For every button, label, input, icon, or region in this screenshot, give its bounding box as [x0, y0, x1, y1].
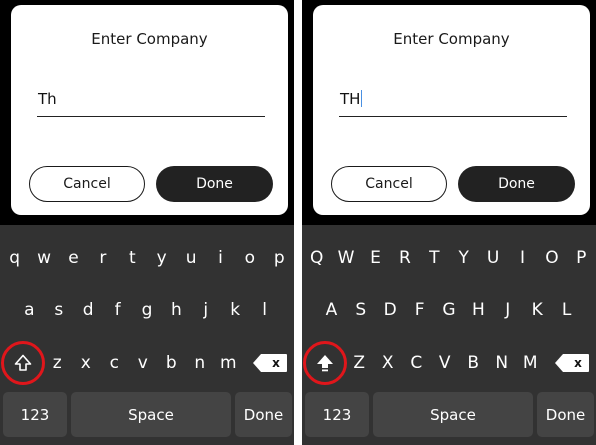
key-t[interactable]: T	[420, 235, 449, 281]
key-h[interactable]: h	[162, 287, 191, 333]
key-e[interactable]: e	[59, 235, 88, 281]
key-v[interactable]: V	[431, 340, 460, 386]
key-x[interactable]: x	[72, 340, 101, 386]
backspace-icon: x	[252, 353, 288, 373]
key-t[interactable]: t	[118, 235, 147, 281]
keyboard-done-key[interactable]: Done	[537, 392, 594, 437]
key-r[interactable]: r	[88, 235, 117, 281]
key-l[interactable]: l	[250, 287, 279, 333]
key-q[interactable]: Q	[302, 235, 331, 281]
numbers-key[interactable]: 123	[305, 392, 369, 437]
key-p[interactable]: p	[265, 235, 294, 281]
done-button[interactable]: Done	[156, 166, 273, 202]
key-u[interactable]: U	[478, 235, 507, 281]
key-n[interactable]: N	[488, 340, 517, 386]
key-z[interactable]: z	[43, 340, 72, 386]
key-a[interactable]: a	[15, 287, 44, 333]
key-o[interactable]: O	[537, 235, 566, 281]
key-i[interactable]: I	[508, 235, 537, 281]
backspace-key[interactable]: x	[550, 340, 594, 386]
numbers-key[interactable]: 123	[3, 392, 67, 437]
backspace-glyph: x	[574, 356, 582, 370]
key-k[interactable]: K	[523, 287, 552, 333]
key-b[interactable]: b	[157, 340, 186, 386]
key-d[interactable]: D	[376, 287, 405, 333]
key-x[interactable]: X	[374, 340, 403, 386]
key-b[interactable]: B	[459, 340, 488, 386]
phone-screen-lowercase: Enter Company Th Cancel Done qwertyuiop a…	[0, 0, 294, 445]
dialog-title: Enter Company	[393, 30, 510, 48]
company-input-value: Th	[38, 90, 57, 108]
space-key[interactable]: Space	[373, 392, 533, 437]
backspace-glyph: x	[272, 356, 280, 370]
key-h[interactable]: H	[464, 287, 493, 333]
key-m[interactable]: m	[214, 340, 243, 386]
company-input-value: TH	[340, 90, 363, 108]
key-c[interactable]: c	[100, 340, 129, 386]
key-d[interactable]: d	[74, 287, 103, 333]
company-input[interactable]: TH	[339, 85, 567, 117]
key-n[interactable]: n	[186, 340, 215, 386]
backspace-icon: x	[554, 353, 590, 373]
key-j[interactable]: j	[191, 287, 220, 333]
shift-highlight-circle	[303, 341, 347, 385]
key-z[interactable]: Z	[345, 340, 374, 386]
space-key[interactable]: Space	[71, 392, 231, 437]
cancel-button[interactable]: Cancel	[29, 166, 145, 202]
key-f[interactable]: F	[405, 287, 434, 333]
key-v[interactable]: v	[129, 340, 158, 386]
phone-screen-uppercase: Enter Company TH Cancel Done QWERTYUIOP A…	[302, 0, 596, 445]
key-w[interactable]: W	[331, 235, 360, 281]
company-input[interactable]: Th	[37, 85, 265, 117]
enter-company-dialog: Enter Company TH Cancel Done	[313, 5, 590, 215]
on-screen-keyboard: Q W E R T Y U I O P A S D F G H J K L Z X C V B N Mx 123 Space Done	[302, 225, 596, 445]
key-y[interactable]: Y	[449, 235, 478, 281]
key-i[interactable]: i	[206, 235, 235, 281]
on-screen-keyboard: q w e r t y u i o p a s d f g h j k l z x c v b n m x 123 Space Done	[0, 225, 294, 445]
key-f[interactable]: f	[103, 287, 132, 333]
key-e[interactable]: E	[361, 235, 390, 281]
key-k[interactable]: k	[221, 287, 250, 333]
dialog-title: Enter Company	[91, 30, 208, 48]
done-button[interactable]: Done	[458, 166, 575, 202]
key-m[interactable]: M	[516, 340, 545, 386]
key-j[interactable]: J	[493, 287, 522, 333]
key-w[interactable]: w	[29, 235, 58, 281]
key-q[interactable]: q	[0, 235, 29, 281]
backspace-key[interactable]: x	[248, 340, 292, 386]
key-l[interactable]: L	[552, 287, 581, 333]
key-g[interactable]: g	[132, 287, 161, 333]
key-s[interactable]: S	[346, 287, 375, 333]
enter-company-dialog: Enter Company Th Cancel Done	[11, 5, 288, 215]
key-y[interactable]: y	[147, 235, 176, 281]
key-u[interactable]: u	[176, 235, 205, 281]
cancel-button[interactable]: Cancel	[331, 166, 447, 202]
key-g[interactable]: G	[434, 287, 463, 333]
key-p[interactable]: P	[567, 235, 596, 281]
keyboard-done-key[interactable]: Done	[235, 392, 292, 437]
company-input-text: TH	[340, 90, 361, 108]
text-caret	[361, 90, 363, 107]
key-r[interactable]: R	[390, 235, 419, 281]
key-o[interactable]: o	[235, 235, 264, 281]
shift-highlight-circle	[1, 341, 45, 385]
key-a[interactable]: A	[317, 287, 346, 333]
key-c[interactable]: C	[402, 340, 431, 386]
key-s[interactable]: s	[44, 287, 73, 333]
